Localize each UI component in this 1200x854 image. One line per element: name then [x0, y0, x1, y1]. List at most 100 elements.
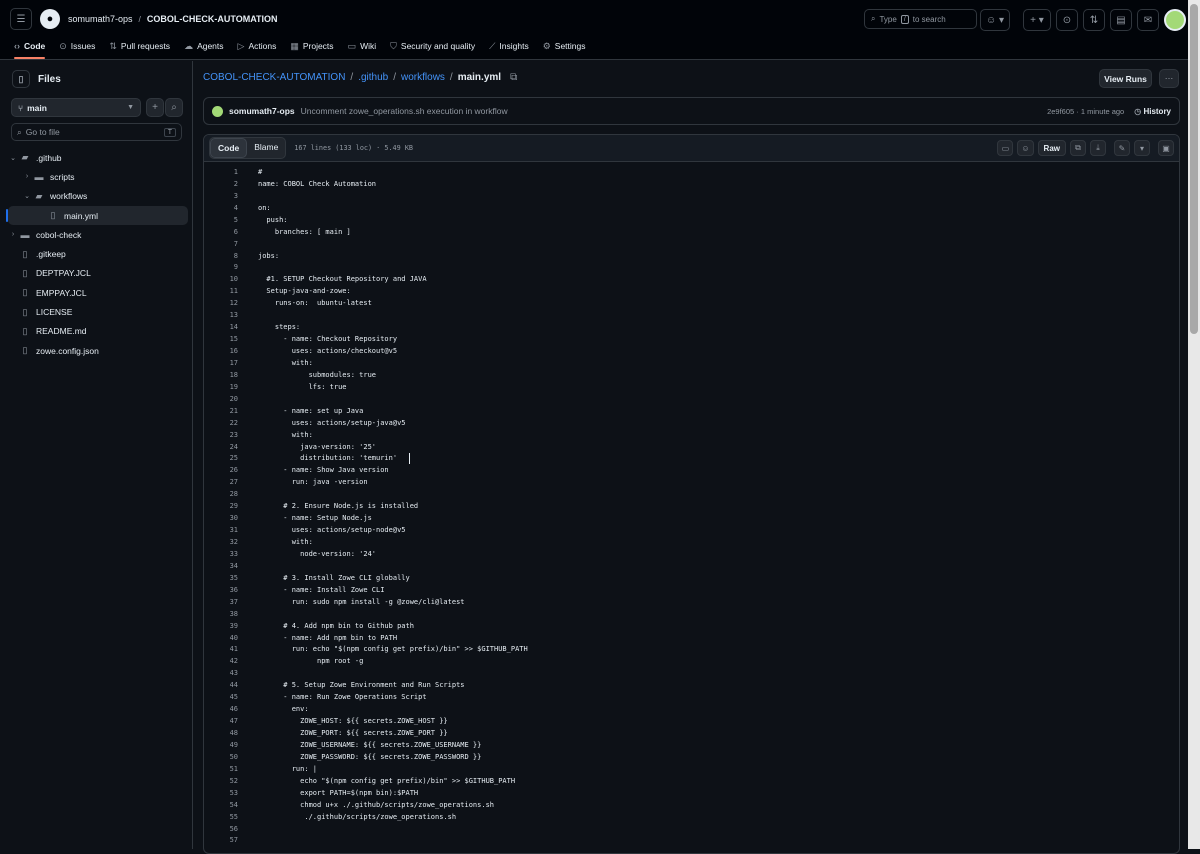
line-number[interactable]: 49 — [204, 741, 238, 749]
chevron-right-icon[interactable]: › — [8, 231, 18, 238]
raw-button[interactable]: Raw — [1037, 140, 1066, 156]
line-number[interactable]: 19 — [204, 383, 238, 391]
copilot-icon[interactable]: ☺ — [1017, 140, 1034, 156]
line-number[interactable]: 44 — [204, 681, 238, 689]
line-number[interactable]: 13 — [204, 311, 238, 319]
search-files-button[interactable]: ⌕ — [165, 98, 183, 117]
line-number[interactable]: 26 — [204, 466, 238, 474]
tab-security[interactable]: ⛉ Security and quality — [390, 36, 475, 56]
scrollbar-thumb[interactable] — [1190, 4, 1198, 334]
view-runs-button[interactable]: View Runs — [1099, 69, 1152, 88]
line-number[interactable]: 16 — [204, 347, 238, 355]
tab-issues[interactable]: ⊙ Issues — [59, 36, 95, 56]
tab-projects[interactable]: ▦ Projects — [290, 36, 333, 56]
line-number[interactable]: 46 — [204, 705, 238, 713]
download-icon[interactable]: ⤓ — [1090, 140, 1106, 156]
line-number[interactable]: 28 — [204, 490, 238, 498]
line-number[interactable]: 8 — [204, 252, 238, 260]
tree-folder[interactable]: › ▬ cobol-check — [8, 225, 188, 244]
line-number[interactable]: 2 — [204, 180, 238, 188]
symbols-icon[interactable]: ▭ — [997, 140, 1014, 156]
copy-path-icon[interactable]: ⧉ — [510, 72, 517, 83]
more-options-icon[interactable]: ⋯ — [1159, 69, 1179, 88]
tree-folder[interactable]: › ▬ scripts — [8, 167, 188, 186]
line-number[interactable]: 15 — [204, 335, 238, 343]
line-number[interactable]: 10 — [204, 275, 238, 283]
inbox-icon[interactable]: ✉ — [1137, 9, 1159, 31]
line-number[interactable]: 33 — [204, 550, 238, 558]
line-number[interactable]: 36 — [204, 586, 238, 594]
line-number[interactable]: 12 — [204, 299, 238, 307]
tree-file[interactable]: ▯ LICENSE — [8, 302, 188, 321]
tree-file[interactable]: ▯ zowe.config.json — [8, 341, 188, 360]
tab-code[interactable]: ‹› Code — [14, 36, 46, 59]
line-number[interactable]: 30 — [204, 514, 238, 522]
add-file-button[interactable]: + — [146, 98, 164, 117]
breadcrumb-repo-link[interactable]: COBOL-CHECK-AUTOMATION — [203, 72, 345, 83]
tree-file[interactable]: ▯ main.yml — [6, 205, 188, 226]
line-number[interactable]: 53 — [204, 789, 238, 797]
tab-insights[interactable]: ⟋ Insights — [489, 36, 529, 56]
line-number[interactable]: 54 — [204, 801, 238, 809]
line-number[interactable]: 34 — [204, 562, 238, 570]
line-number[interactable]: 32 — [204, 538, 238, 546]
tab-agents[interactable]: ☁ Agents — [184, 36, 223, 56]
go-to-file-input[interactable]: ⌕ Go to file T — [11, 123, 182, 141]
repositories-icon[interactable]: ▤ — [1110, 9, 1132, 31]
line-number[interactable]: 7 — [204, 240, 238, 248]
line-number[interactable]: 20 — [204, 395, 238, 403]
line-number[interactable]: 55 — [204, 813, 238, 821]
line-number[interactable]: 14 — [204, 323, 238, 331]
line-number[interactable]: 6 — [204, 228, 238, 236]
line-number[interactable]: 51 — [204, 765, 238, 773]
line-number[interactable]: 4 — [204, 204, 238, 212]
edit-pencil-icon[interactable]: ✎ — [1114, 140, 1130, 156]
tree-folder[interactable]: ⌄ ▰ .github — [8, 148, 188, 167]
commit-message[interactable]: Uncomment zowe_operations.sh execution i… — [301, 106, 508, 116]
copilot-icon[interactable]: ☺ ▾ — [980, 9, 1010, 31]
chevron-down-icon[interactable]: ⌄ — [8, 154, 18, 162]
line-number[interactable]: 47 — [204, 717, 238, 725]
tab-actions[interactable]: ▷ Actions — [238, 36, 277, 56]
menu-icon[interactable]: ☰ — [10, 8, 32, 30]
create-new-icon[interactable]: + ▾ — [1023, 9, 1051, 31]
commit-author-avatar[interactable] — [212, 105, 223, 117]
line-number[interactable]: 35 — [204, 574, 238, 582]
search-input[interactable]: ⌕ Type / to search — [864, 9, 977, 29]
tree-folder[interactable]: ⌄ ▰ workflows — [8, 187, 188, 206]
line-number[interactable]: 43 — [204, 669, 238, 677]
line-number[interactable]: 17 — [204, 359, 238, 367]
line-number[interactable]: 24 — [204, 443, 238, 451]
chevron-down-icon[interactable]: ⌄ — [22, 192, 32, 200]
line-number[interactable]: 39 — [204, 622, 238, 630]
line-number[interactable]: 50 — [204, 753, 238, 761]
chevron-right-icon[interactable]: › — [22, 173, 32, 180]
collapse-sidebar-icon[interactable]: ▯ — [12, 70, 30, 88]
breadcrumb-workflows-link[interactable]: workflows — [401, 72, 445, 83]
commit-author[interactable]: somumath7-ops — [229, 106, 295, 116]
tree-file[interactable]: ▯ README.md — [8, 322, 188, 341]
user-avatar[interactable] — [1164, 9, 1186, 31]
line-number[interactable]: 18 — [204, 371, 238, 379]
line-number[interactable]: 27 — [204, 478, 238, 486]
branch-selector[interactable]: ⑂ main ▼ — [11, 98, 141, 117]
line-number[interactable]: 48 — [204, 729, 238, 737]
owner-link[interactable]: somumath7-ops — [68, 14, 133, 24]
line-number[interactable]: 52 — [204, 777, 238, 785]
github-logo-icon[interactable]: ● — [40, 9, 60, 29]
line-number[interactable]: 40 — [204, 634, 238, 642]
line-number[interactable]: 38 — [204, 610, 238, 618]
line-number[interactable]: 41 — [204, 645, 238, 653]
line-number[interactable]: 29 — [204, 502, 238, 510]
issues-icon[interactable]: ⊙ — [1056, 9, 1078, 31]
line-number[interactable]: 56 — [204, 825, 238, 833]
line-number[interactable]: 9 — [204, 263, 238, 271]
tab-settings[interactable]: ⚙ Settings — [543, 36, 586, 56]
symbols-panel-icon[interactable]: ▣ — [1158, 140, 1174, 156]
tab-blame-view[interactable]: Blame — [247, 138, 285, 158]
line-number[interactable]: 57 — [204, 836, 238, 844]
commit-sha-time[interactable]: 2e9f605 · 1 minute ago — [1047, 107, 1124, 116]
line-number[interactable]: 11 — [204, 287, 238, 295]
window-scrollbar[interactable] — [1188, 0, 1200, 849]
line-number[interactable]: 1 — [204, 168, 238, 176]
